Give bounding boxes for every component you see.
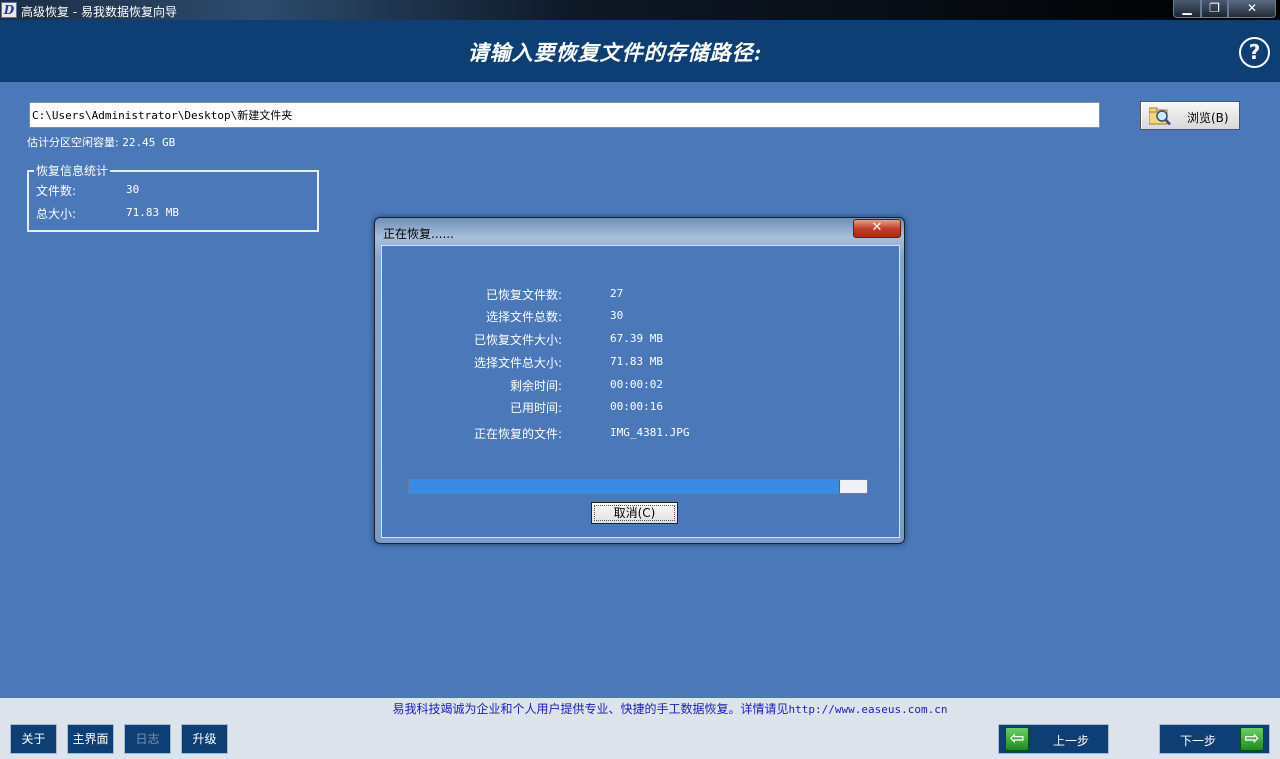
total-size-row: 总大小: 71.83 MB xyxy=(36,205,179,222)
next-step-button[interactable]: 下一步 ⇨ xyxy=(1159,724,1270,754)
arrow-left-icon: ⇦ xyxy=(1005,727,1029,751)
window-title-bar[interactable]: D 高级恢复 - 易我数据恢复向导 ▁ ❐ ✕ xyxy=(0,0,1280,20)
cancel-button[interactable]: 取消(C) xyxy=(591,502,678,524)
free-space-label: 估计分区空闲容量: xyxy=(27,136,119,149)
dialog-close-button[interactable]: ✕ xyxy=(853,219,901,238)
time-elapsed-label: 已用时间: xyxy=(509,401,562,415)
footer-url-link[interactable]: http://www.easeus.com.cn xyxy=(789,703,948,716)
file-count-value: 30 xyxy=(126,183,140,196)
window-title: 高级恢复 - 易我数据恢复向导 xyxy=(21,5,177,19)
dialog-body: 已恢复文件数: 27 选择文件总数: 30 已恢复文件大小: 67.39 MB … xyxy=(381,245,900,538)
selected-size-value: 71.83 MB xyxy=(610,355,663,368)
app-icon: D xyxy=(1,2,17,18)
close-window-button[interactable]: ✕ xyxy=(1228,0,1276,18)
next-step-label: 下一步 xyxy=(1180,734,1217,748)
time-remaining-value: 00:00:02 xyxy=(610,378,663,391)
help-icon[interactable]: ? xyxy=(1239,37,1270,68)
current-file-label: 正在恢复的文件: xyxy=(473,427,562,441)
recovery-progress-fill xyxy=(409,480,840,493)
recovered-count-label: 已恢复文件数: xyxy=(485,288,562,302)
total-size-label: 总大小: xyxy=(36,207,77,221)
total-size-value: 71.83 MB xyxy=(126,206,179,219)
selected-count-label: 选择文件总数: xyxy=(485,310,562,324)
minimize-button[interactable]: ▁ xyxy=(1173,0,1201,18)
page-title: 请输入要恢复文件的存储路径: xyxy=(467,40,763,65)
selected-size-label: 选择文件总大小: xyxy=(473,356,562,370)
page-header: 请输入要恢复文件的存储路径: ? xyxy=(0,20,1280,82)
arrow-right-icon: ⇨ xyxy=(1240,727,1264,751)
file-count-row: 文件数: 30 xyxy=(36,182,139,199)
time-elapsed-value: 00:00:16 xyxy=(610,400,663,413)
recovery-progress-bar xyxy=(408,479,868,494)
about-button[interactable]: 关于 xyxy=(10,724,57,754)
recovery-stats-legend: 恢复信息统计 xyxy=(34,162,111,179)
recovery-stats-group: 恢复信息统计 文件数: 30 总大小: 71.83 MB xyxy=(27,162,319,232)
main-menu-button[interactable]: 主界面 xyxy=(67,724,114,754)
time-remaining-label: 剩余时间: xyxy=(509,379,562,393)
current-file-value: IMG_4381.JPG xyxy=(610,426,690,439)
browse-button[interactable]: 浏览(B) xyxy=(1140,101,1240,130)
recovered-size-label: 已恢复文件大小: xyxy=(473,333,562,347)
free-space-value: 22.45 GB xyxy=(122,136,176,149)
recovery-progress-dialog: 正在恢复...... ✕ 已恢复文件数: 27 选择文件总数: 30 已恢复文件… xyxy=(374,217,905,544)
recovered-count-value: 27 xyxy=(610,287,624,300)
file-count-label: 文件数: xyxy=(36,184,77,198)
recovered-size-value: 67.39 MB xyxy=(610,332,663,345)
footer-slogan: 易我科技竭诚为企业和个人用户提供专业、快捷的手工数据恢复。详情请见http://… xyxy=(0,700,1280,717)
previous-step-label: 上一步 xyxy=(1053,734,1090,748)
browse-button-label: 浏览(B) xyxy=(1187,111,1229,125)
browse-folder-magnifier-icon xyxy=(1149,107,1171,126)
save-path-input[interactable] xyxy=(29,102,1100,128)
selected-count-value: 30 xyxy=(610,309,624,322)
dialog-title: 正在恢复...... xyxy=(383,227,454,241)
previous-step-button[interactable]: ⇦ 上一步 xyxy=(998,724,1109,754)
maximize-button[interactable]: ❐ xyxy=(1201,0,1228,18)
upgrade-button[interactable]: 升级 xyxy=(181,724,228,754)
footer-slogan-text: 易我科技竭诚为企业和个人用户提供专业、快捷的手工数据恢复。详情请见 xyxy=(392,702,789,716)
free-space-info: 估计分区空闲容量: 22.45 GB xyxy=(27,134,175,150)
log-button[interactable]: 日志 xyxy=(124,724,171,754)
footer-bar: 易我科技竭诚为企业和个人用户提供专业、快捷的手工数据恢复。详情请见http://… xyxy=(0,698,1280,759)
